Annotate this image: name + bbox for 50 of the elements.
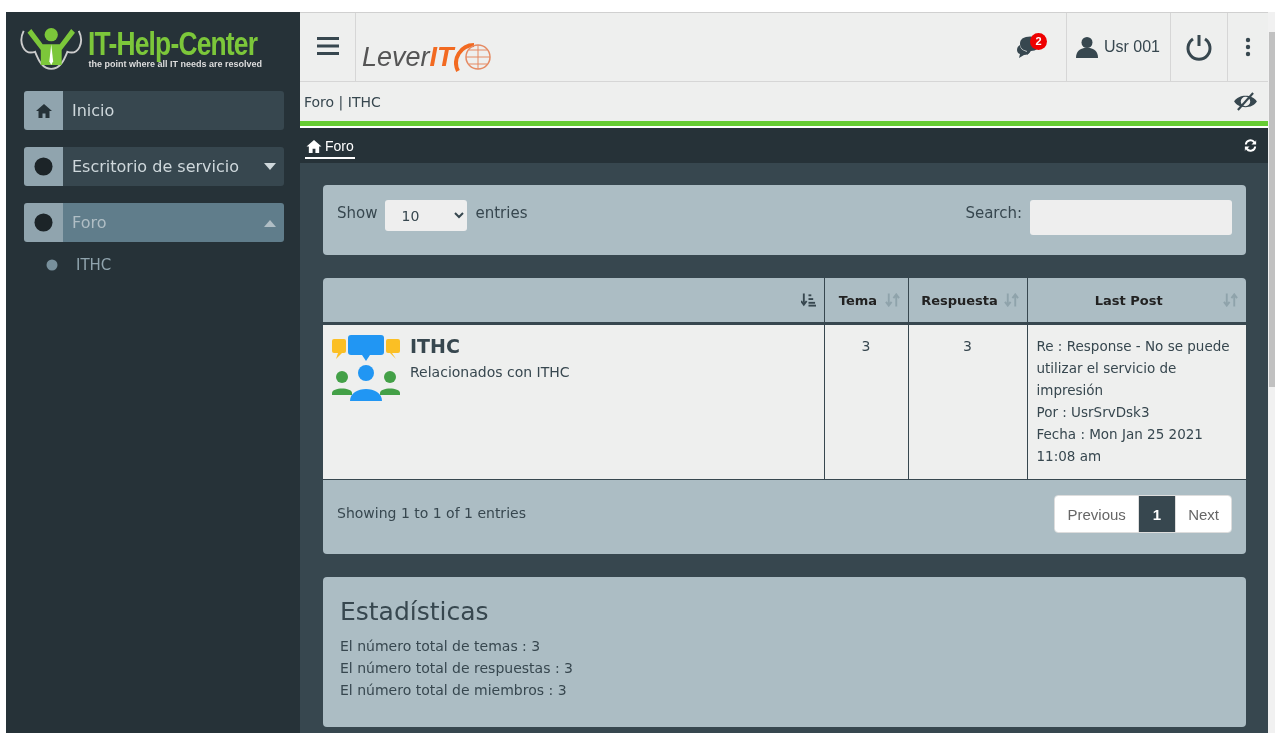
entries-info: Showing 1 to 1 of 1 entries [337, 505, 526, 521]
reply-count: 3 [963, 338, 972, 354]
logo-title: IT-Help-Center [88, 27, 258, 61]
submenu-item[interactable]: ITHC [76, 256, 112, 274]
column-header[interactable]: Tema [838, 292, 878, 308]
brand-mark: IT [429, 42, 454, 73]
page-button[interactable]: Previous [1055, 496, 1138, 532]
stats-line: El número total de respuestas : 3 [340, 659, 574, 678]
search-label: Search: [965, 204, 1022, 224]
stats-title: Estadísticas [340, 597, 490, 626]
user-icon [1075, 36, 1098, 58]
page-button[interactable]: Next [1175, 496, 1231, 532]
show-label: Show [337, 204, 378, 222]
page-button[interactable]: 1 [1137, 496, 1176, 532]
menu-label: Inicio [72, 101, 115, 120]
page-size-select[interactable]: 10 [385, 200, 468, 231]
forum-description: Relacionados con ITHC [410, 363, 570, 382]
search-field[interactable] [1030, 200, 1232, 235]
topic-count: 3 [861, 338, 871, 354]
group-chat-icon [332, 335, 400, 401]
user-button[interactable]: Usr 001 [1065, 13, 1170, 81]
menu-label: Escritorio de servicio [72, 157, 239, 176]
brand-name: Lever [362, 42, 430, 73]
circle-icon [34, 157, 53, 176]
last-post-text: Fecha : Mon Jan 25 2021 11:08 am [1036, 425, 1204, 466]
stats-line: El número total de temas : 3 [340, 637, 542, 656]
eye-slash-icon[interactable] [1233, 92, 1258, 111]
bullet-icon [46, 259, 58, 271]
scrollbar-thumb[interactable] [1269, 32, 1275, 387]
column-header[interactable]: Respuesta [921, 292, 998, 308]
kebab-icon [1245, 37, 1251, 57]
forum-title[interactable]: ITHC [410, 335, 570, 357]
refresh-icon[interactable] [1243, 138, 1258, 153]
menu-icon [316, 36, 339, 55]
breadcrumb: Foro | ITHC [304, 93, 381, 110]
tab[interactable]: Foro [305, 136, 355, 159]
chat-button[interactable]: 2 [1005, 13, 1066, 81]
column-header[interactable]: Last Post [1094, 292, 1163, 308]
logo-tagline: the point where all IT needs are resolved [88, 59, 264, 69]
circle-icon [34, 213, 53, 232]
power-icon [1185, 33, 1213, 61]
entries-label: entries [475, 204, 528, 222]
menu-label: Foro [72, 213, 107, 232]
home-icon [35, 102, 52, 119]
home-icon [306, 138, 322, 154]
caret-down-icon [264, 162, 276, 171]
last-post-text: Re : Response - No se puede utilizar el servicio de impresión [1036, 337, 1231, 400]
stats-line: El número total de miembros : 3 [340, 681, 568, 700]
caret-up-icon [264, 218, 276, 227]
last-post-text: Por : UsrSrvDsk3 [1036, 403, 1151, 422]
